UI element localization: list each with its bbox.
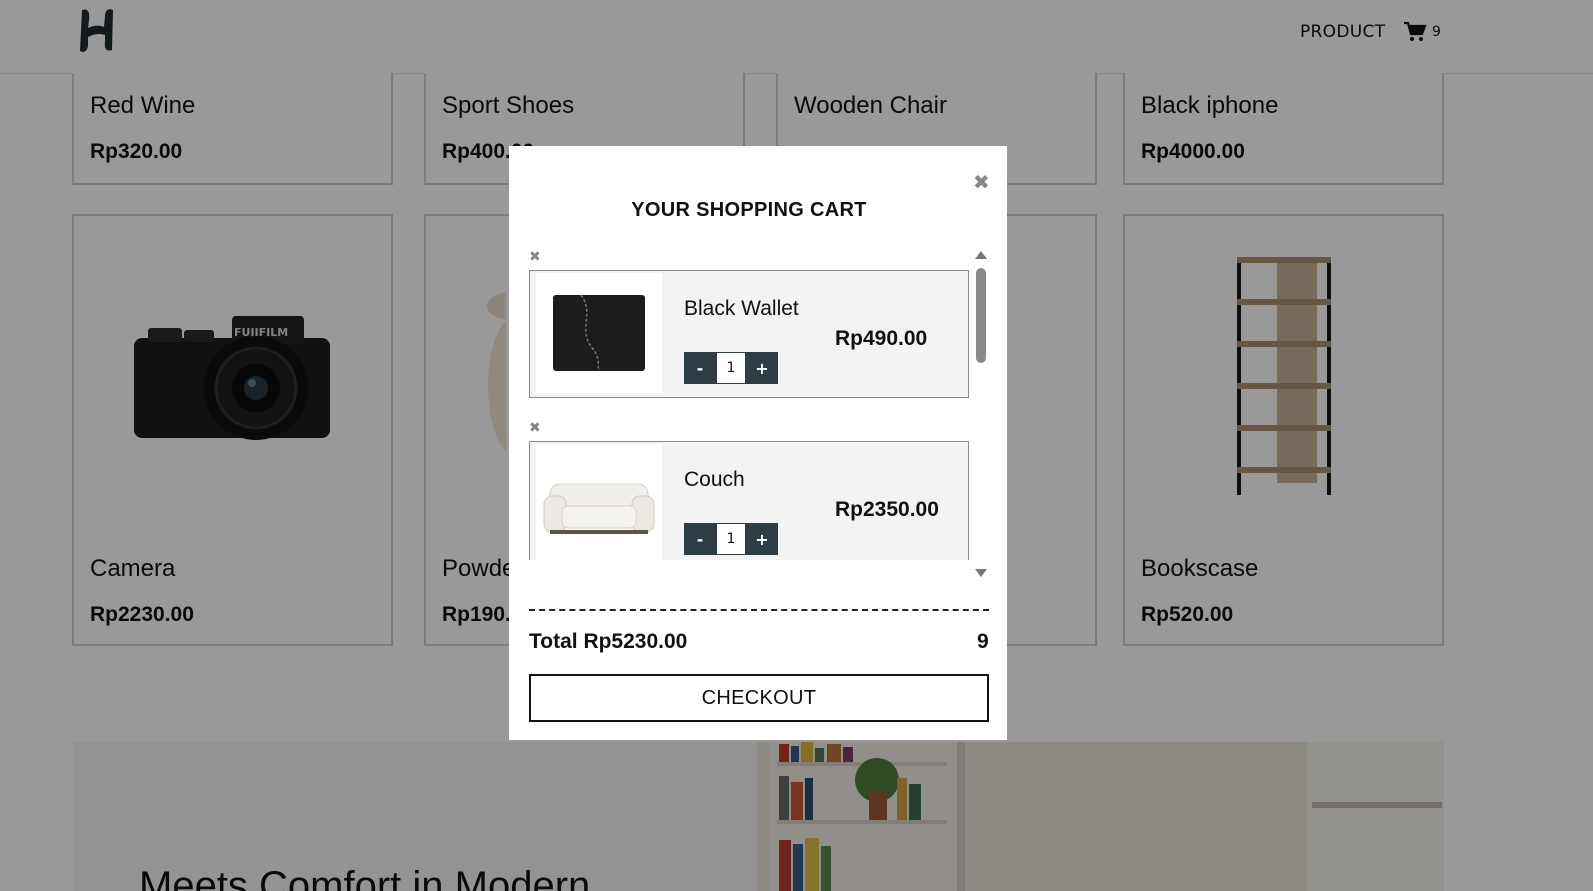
scrollbar-thumb[interactable] [976,268,986,363]
increase-qty-button[interactable]: + [746,352,778,384]
cart-item-price: Rp490.00 [835,327,928,350]
quantity-stepper: - 1 + [684,523,778,555]
dashed-divider [529,609,989,611]
quantity-stepper: - 1 + [684,352,778,384]
shopping-cart-modal: ✖ YOUR SHOPPING CART ✖ Black Wallet Rp49… [509,146,1007,740]
scroll-up-arrow-icon[interactable] [975,251,987,259]
decrease-qty-button[interactable]: - [684,352,716,384]
cart-item-name: Black Wallet [684,297,799,320]
quantity-value[interactable]: 1 [716,523,746,555]
scroll-down-arrow-icon[interactable] [975,569,987,577]
cart-item-name: Couch [684,468,745,491]
cart-item: Black Wallet Rp490.00 - 1 + [529,270,969,398]
cart-item: Couch Rp2350.00 - 1 + [529,441,969,560]
couch-image [536,444,662,560]
cart-title: YOUR SHOPPING CART [631,199,867,221]
cart-scrollbar[interactable] [975,251,989,581]
cart-total-count: 9 [977,630,989,653]
checkout-button[interactable]: CHECKOUT [529,674,989,722]
cart-item-price: Rp2350.00 [835,498,939,521]
increase-qty-button[interactable]: + [746,523,778,555]
wallet-image [536,273,662,393]
close-icon[interactable]: ✖ [973,172,990,192]
remove-item-icon[interactable]: ✖ [529,421,541,435]
quantity-value[interactable]: 1 [716,352,746,384]
cart-item-list[interactable]: ✖ Black Wallet Rp490.00 - 1 + ✖ Couch Rp… [529,248,969,560]
decrease-qty-button[interactable]: - [684,523,716,555]
remove-item-icon[interactable]: ✖ [529,250,541,264]
cart-total: Total Rp5230.00 [529,630,688,653]
